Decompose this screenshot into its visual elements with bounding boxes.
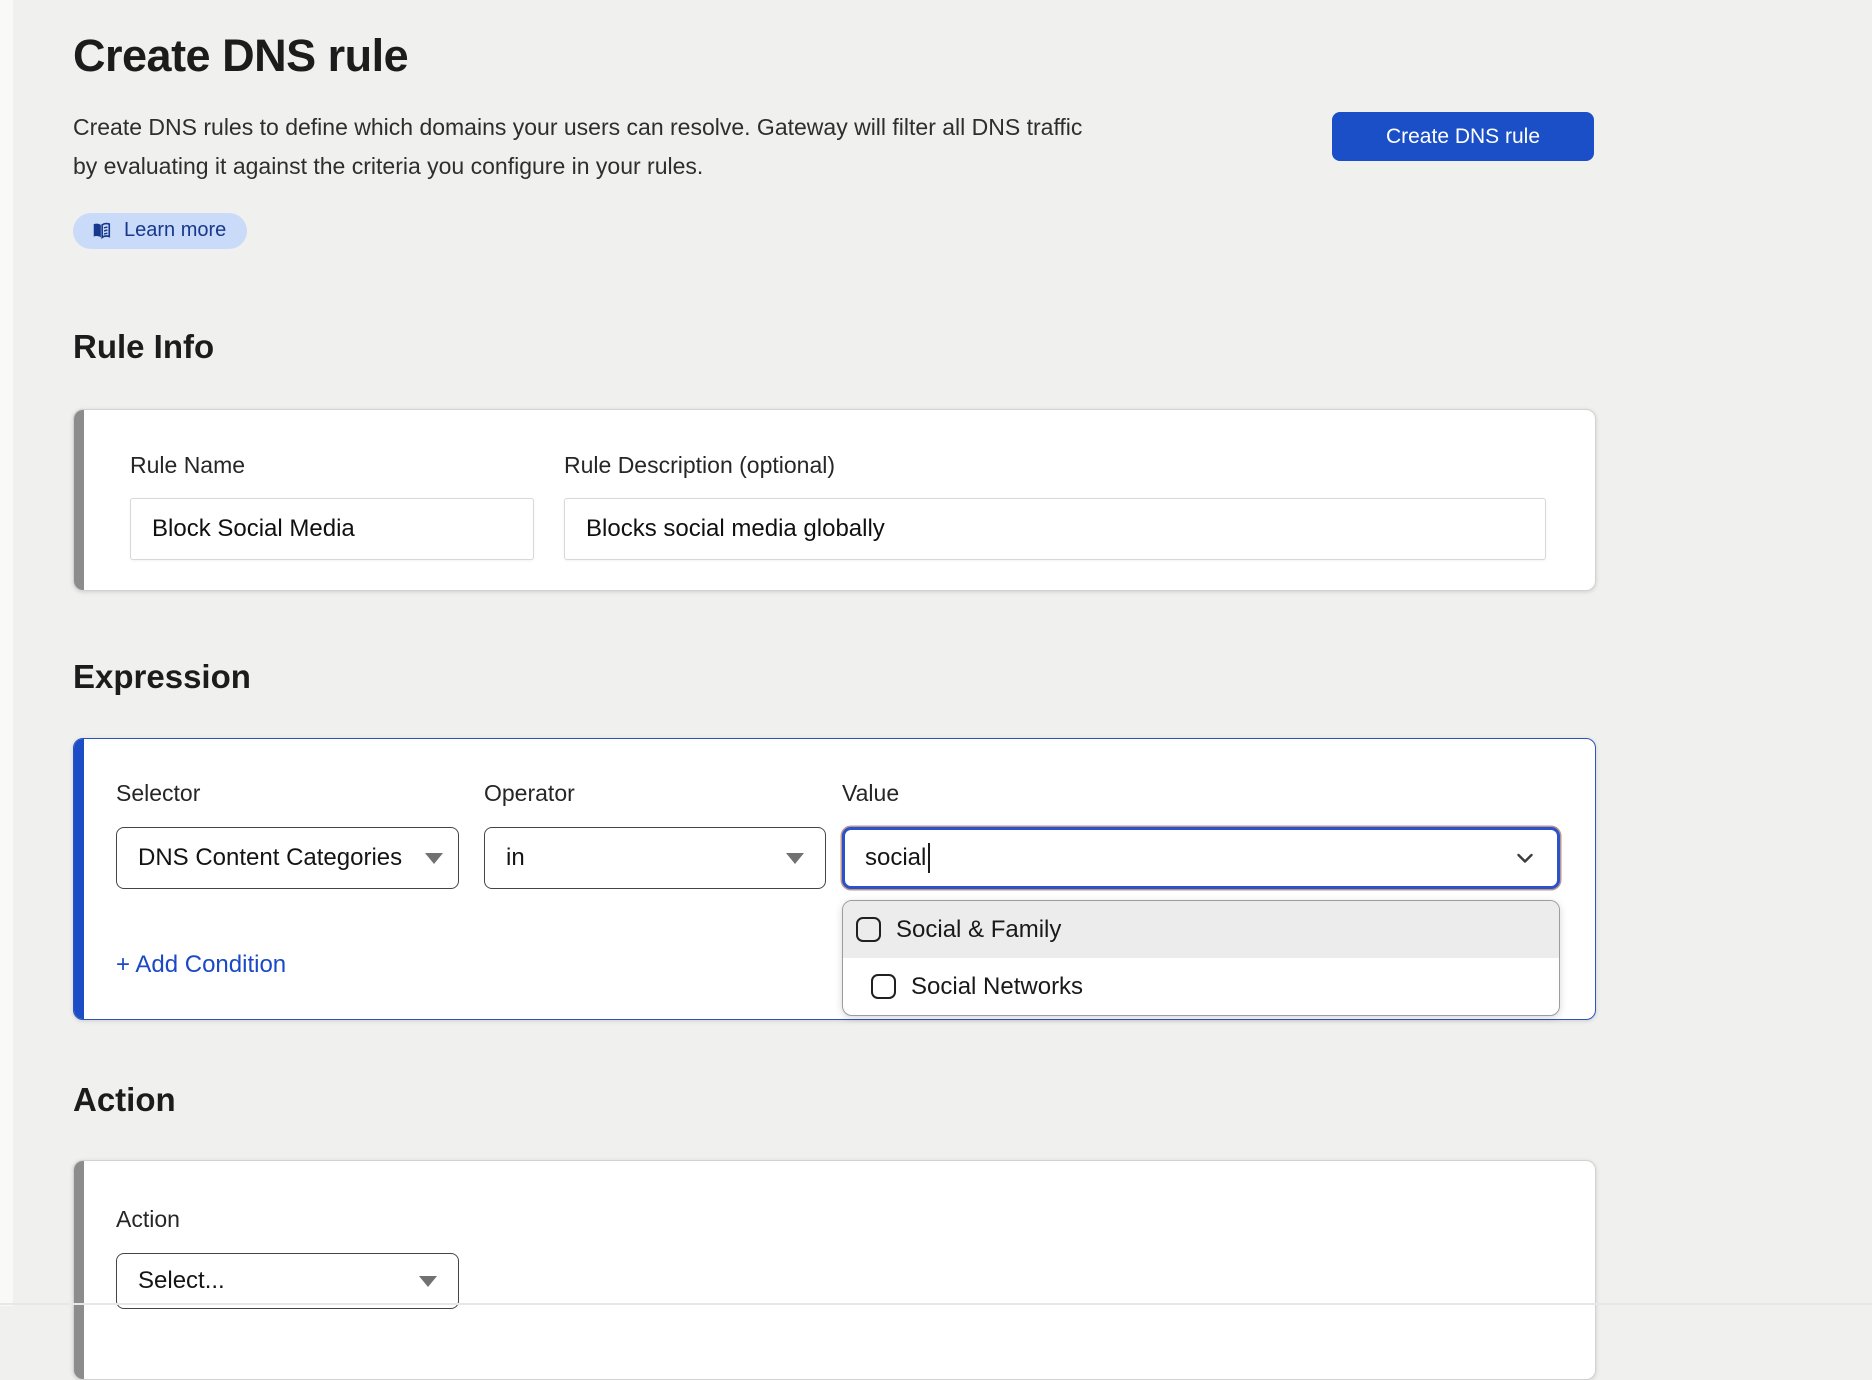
- caret-down-icon: [786, 853, 804, 864]
- option-social-networks[interactable]: Social Networks: [843, 958, 1559, 1015]
- rule-info-card-accent-bar: [74, 410, 84, 590]
- action-select-placeholder: Select...: [138, 1267, 225, 1295]
- selector-dropdown[interactable]: DNS Content Categories: [116, 827, 459, 889]
- selector-dropdown-value: DNS Content Categories: [138, 844, 402, 872]
- checkbox-icon[interactable]: [856, 917, 881, 942]
- operator-dropdown[interactable]: in: [484, 827, 826, 889]
- operator-label: Operator: [484, 780, 826, 807]
- chevron-down-icon: [1513, 846, 1537, 877]
- action-card: Action Select...: [73, 1160, 1596, 1380]
- create-dns-rule-page: Create DNS rule Create DNS rules to defi…: [0, 0, 1596, 1380]
- expression-heading: Expression: [73, 659, 1596, 695]
- value-label: Value: [842, 780, 1560, 807]
- value-combobox-text: social: [865, 844, 926, 872]
- option-social-and-family[interactable]: Social & Family: [843, 901, 1559, 958]
- caret-down-icon: [425, 853, 443, 864]
- rule-info-card: Rule Name Rule Description (optional): [73, 409, 1596, 591]
- option-label: Social & Family: [896, 916, 1061, 944]
- text-cursor: [928, 843, 930, 873]
- open-book-icon: [90, 219, 113, 242]
- rule-description-label: Rule Description (optional): [564, 452, 1546, 479]
- learn-more-label: Learn more: [124, 219, 226, 242]
- option-label: Social Networks: [911, 973, 1083, 1001]
- learn-more-button[interactable]: Learn more: [73, 213, 247, 249]
- value-options-dropdown: Social & Family Social Networks: [842, 900, 1560, 1016]
- action-select-dropdown[interactable]: Select...: [116, 1253, 459, 1309]
- action-card-accent-bar: [74, 1161, 84, 1379]
- checkbox-icon[interactable]: [871, 974, 896, 999]
- add-condition-link[interactable]: + Add Condition: [116, 951, 286, 979]
- rule-name-label: Rule Name: [130, 452, 534, 479]
- expression-card-accent-bar: [74, 739, 84, 1019]
- rule-info-heading: Rule Info: [73, 329, 1596, 365]
- page-title: Create DNS rule: [73, 30, 1596, 82]
- rule-name-input[interactable]: [130, 498, 534, 560]
- create-dns-rule-button[interactable]: Create DNS rule: [1332, 112, 1594, 161]
- operator-dropdown-value: in: [506, 844, 525, 872]
- rule-description-input[interactable]: [564, 498, 1546, 560]
- value-combobox-input[interactable]: social: [842, 827, 1560, 889]
- viewport-bottom-divider: [0, 1303, 1872, 1305]
- selector-label: Selector: [116, 780, 459, 807]
- action-heading: Action: [73, 1082, 1596, 1118]
- action-label: Action: [116, 1206, 459, 1233]
- expression-card: Selector DNS Content Categories Operator…: [73, 738, 1596, 1020]
- caret-down-icon: [419, 1276, 437, 1287]
